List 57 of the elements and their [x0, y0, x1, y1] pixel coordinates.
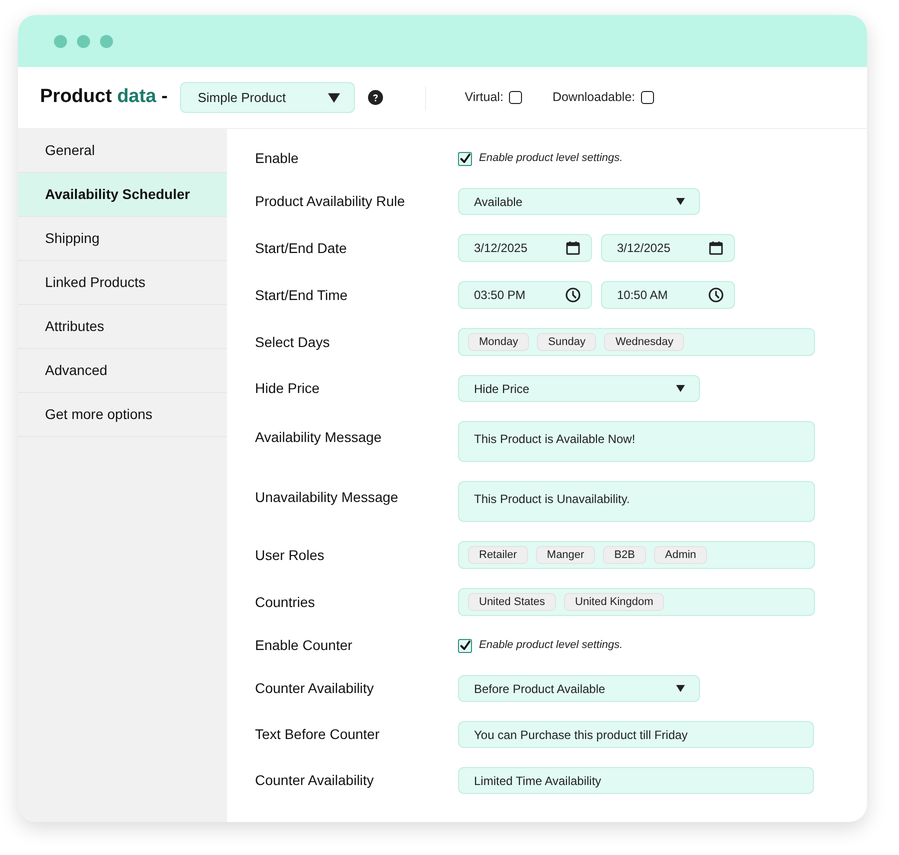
field-label: Text Before Counter: [255, 725, 381, 744]
select-field[interactable]: Available: [458, 188, 700, 215]
tag-chip[interactable]: Retailer: [468, 546, 528, 564]
tag-chip[interactable]: B2B: [603, 546, 646, 564]
field-label: Countries: [255, 592, 316, 612]
calendar-icon[interactable]: [708, 240, 724, 256]
field-label: Start/End Time: [255, 286, 349, 304]
tag-chip[interactable]: Sunday: [537, 333, 596, 351]
date-field[interactable]: 3/12/2025: [458, 234, 592, 262]
checkbox[interactable]: [509, 91, 522, 104]
time-field[interactable]: 03:50 PM: [458, 281, 592, 309]
dropdown-arrow-icon: [676, 198, 685, 205]
field-label: Enable Counter: [255, 636, 354, 655]
product-type-select[interactable]: Simple Product: [180, 82, 355, 113]
tag-chip[interactable]: Admin: [654, 546, 708, 564]
checkbox[interactable]: [641, 91, 654, 104]
message-textarea[interactable]: This Product is Available Now!: [458, 421, 815, 462]
checkbox-label: Enable product level settings.: [479, 151, 623, 166]
checkbox[interactable]: [458, 638, 472, 652]
field-label: Counter Availability: [255, 771, 375, 790]
field-label: Enable: [255, 149, 300, 168]
message-textarea[interactable]: This Product is Unavailability.: [458, 481, 815, 522]
field-label: User Roles: [255, 546, 326, 564]
field-label: Select Days: [255, 332, 331, 352]
dropdown-arrow-icon: [676, 685, 685, 692]
dropdown-arrow-icon: [328, 92, 340, 102]
text-input-field[interactable]: Limited Time Availability: [458, 767, 814, 794]
field-label: Availability Message: [255, 428, 383, 447]
tag-chip[interactable]: Monday: [468, 333, 530, 351]
field-label: Product Availability Rule: [255, 192, 406, 211]
sidebar-item[interactable]: Availability Scheduler: [18, 173, 227, 217]
tag-input-field[interactable]: Monday Sunday Wednesday: [458, 328, 815, 356]
time-field[interactable]: 10:50 AM: [601, 281, 735, 309]
dropdown-arrow-icon: [676, 385, 685, 392]
checkbox-label: Downloadable:: [552, 89, 636, 106]
field-label: Start/End Date: [255, 238, 348, 258]
tag-chip[interactable]: United States: [468, 593, 556, 611]
checkbox-label: Enable product level settings.: [479, 638, 623, 654]
panel-title: Product data -: [40, 85, 168, 110]
tag-chip[interactable]: Wednesday: [604, 333, 684, 351]
tag-chip[interactable]: United Kingdom: [564, 593, 664, 611]
calendar-icon[interactable]: [565, 240, 581, 256]
clock-icon[interactable]: [565, 287, 581, 303]
help-icon[interactable]: [368, 90, 383, 105]
select-field[interactable]: Hide Price: [458, 375, 700, 402]
text-input-field[interactable]: You can Purchase this product till Friday: [458, 721, 814, 748]
select-field[interactable]: Before Product Available: [458, 675, 700, 702]
tag-chip[interactable]: Manger: [536, 546, 596, 564]
clock-icon[interactable]: [708, 287, 724, 303]
tag-input-field[interactable]: Retailer Manger B2B Admin: [458, 541, 815, 569]
field-label: Counter Availability: [255, 679, 375, 698]
date-field[interactable]: 3/12/2025: [601, 234, 735, 262]
tag-input-field[interactable]: United States United Kingdom: [458, 588, 815, 616]
field-label: Unavailability Message: [255, 488, 400, 507]
field-label: Hide Price: [255, 379, 321, 398]
checkbox[interactable]: [458, 152, 472, 166]
checkbox-label: Virtual:: [464, 89, 504, 106]
